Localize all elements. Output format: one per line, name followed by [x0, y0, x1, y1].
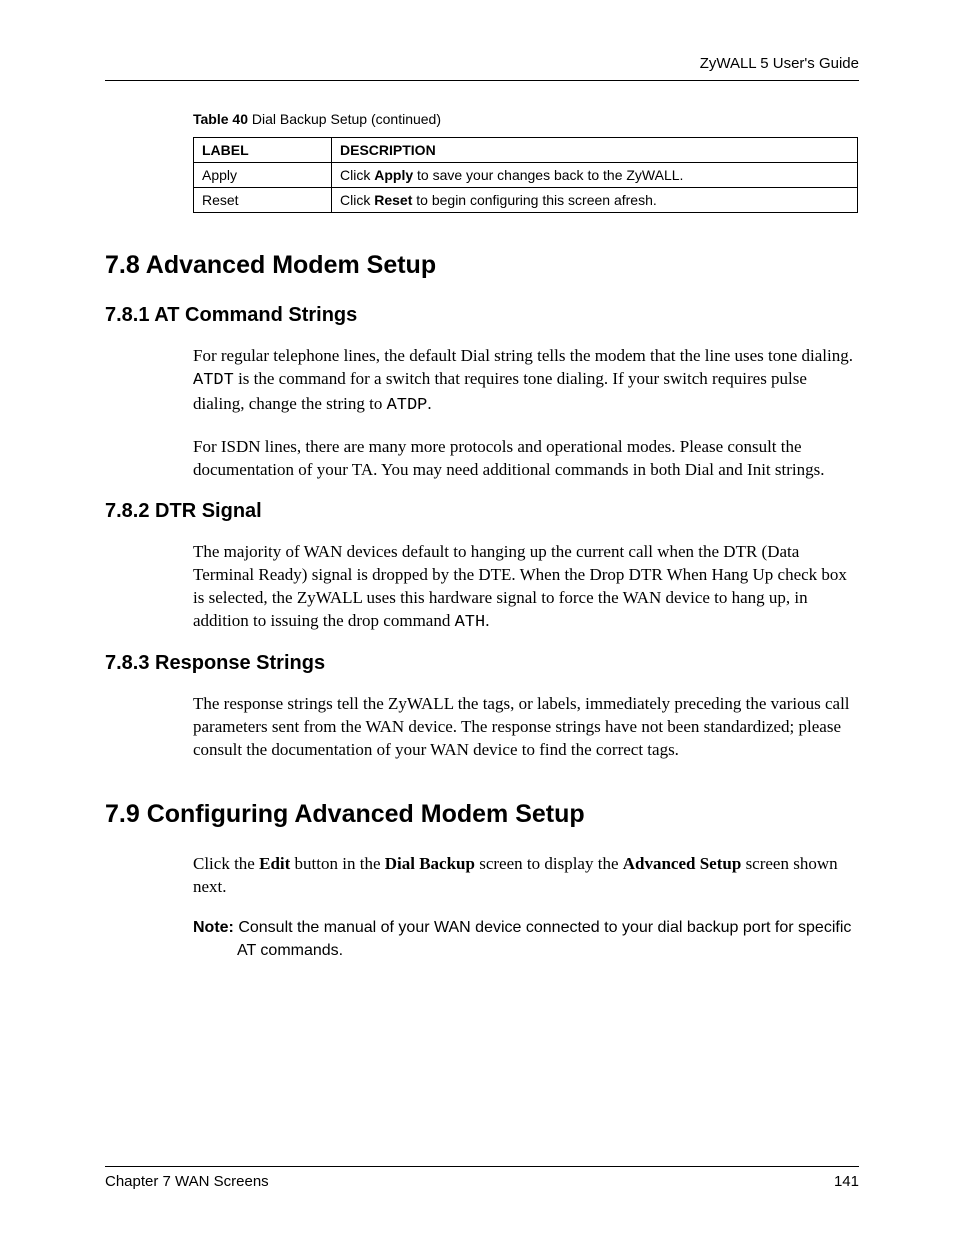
text-span: . — [427, 394, 431, 413]
footer-chapter: Chapter 7 WAN Screens — [105, 1173, 269, 1190]
desc-pre: Click — [340, 167, 374, 183]
heading-7-8: 7.8 Advanced Modem Setup — [105, 251, 859, 280]
note-paragraph: Note: Consult the manual of your WAN dev… — [193, 917, 859, 962]
page-footer: Chapter 7 WAN Screens 141 — [105, 1166, 859, 1190]
monospace-text: ATDP — [387, 396, 428, 415]
paragraph: The majority of WAN devices default to h… — [193, 541, 859, 635]
heading-7-9: 7.9 Configuring Advanced Modem Setup — [105, 800, 859, 829]
note-label: Note: — [193, 919, 238, 936]
text-span: Click the — [193, 854, 259, 873]
text-span: For regular telephone lines, the default… — [193, 346, 853, 365]
table-row: Reset Click Reset to begin configuring t… — [194, 188, 858, 213]
text-span: screen to display the — [475, 854, 623, 873]
heading-7-8-3: 7.8.3 Response Strings — [105, 652, 859, 675]
monospace-text: ATDT — [193, 371, 234, 390]
text-span: The majority of WAN devices default to h… — [193, 542, 847, 630]
table-caption-text: Dial Backup Setup (continued) — [248, 111, 441, 127]
note-text: Consult the manual of your WAN device co… — [237, 919, 851, 958]
text-span: is the command for a switch that require… — [193, 369, 807, 413]
heading-7-8-2: 7.8.2 DTR Signal — [105, 500, 859, 523]
cell-label: Apply — [194, 163, 332, 188]
paragraph: The response strings tell the ZyWALL the… — [193, 693, 859, 762]
table-header-row: LABEL DESCRIPTION — [194, 138, 858, 163]
table-caption-number: Table 40 — [193, 111, 248, 127]
bold-text: Advanced Setup — [623, 854, 742, 873]
text-span: button in the — [290, 854, 384, 873]
table-caption: Table 40 Dial Backup Setup (continued) — [193, 111, 859, 127]
col-header-description: DESCRIPTION — [332, 138, 858, 163]
desc-post: to save your changes back to the ZyWALL. — [413, 167, 683, 183]
footer-page-number: 141 — [834, 1173, 859, 1190]
cell-label: Reset — [194, 188, 332, 213]
bold-text: Edit — [259, 854, 290, 873]
footer-divider — [105, 1166, 859, 1167]
monospace-text: ATH — [455, 613, 486, 632]
table-row: Apply Click Apply to save your changes b… — [194, 163, 858, 188]
heading-7-8-1: 7.8.1 AT Command Strings — [105, 304, 859, 327]
paragraph: Click the Edit button in the Dial Backup… — [193, 853, 859, 899]
cell-description: Click Apply to save your changes back to… — [332, 163, 858, 188]
col-header-label: LABEL — [194, 138, 332, 163]
paragraph: For ISDN lines, there are many more prot… — [193, 436, 859, 482]
dial-backup-table: LABEL DESCRIPTION Apply Click Apply to s… — [193, 137, 858, 213]
text-span: . — [485, 611, 489, 630]
desc-post: to begin configuring this screen afresh. — [412, 192, 656, 208]
header-guide-title: ZyWALL 5 User's Guide — [105, 55, 859, 72]
desc-pre: Click — [340, 192, 374, 208]
header-divider — [105, 80, 859, 81]
desc-bold: Reset — [374, 192, 412, 208]
bold-text: Dial Backup — [385, 854, 475, 873]
cell-description: Click Reset to begin configuring this sc… — [332, 188, 858, 213]
desc-bold: Apply — [374, 167, 413, 183]
paragraph: For regular telephone lines, the default… — [193, 345, 859, 418]
